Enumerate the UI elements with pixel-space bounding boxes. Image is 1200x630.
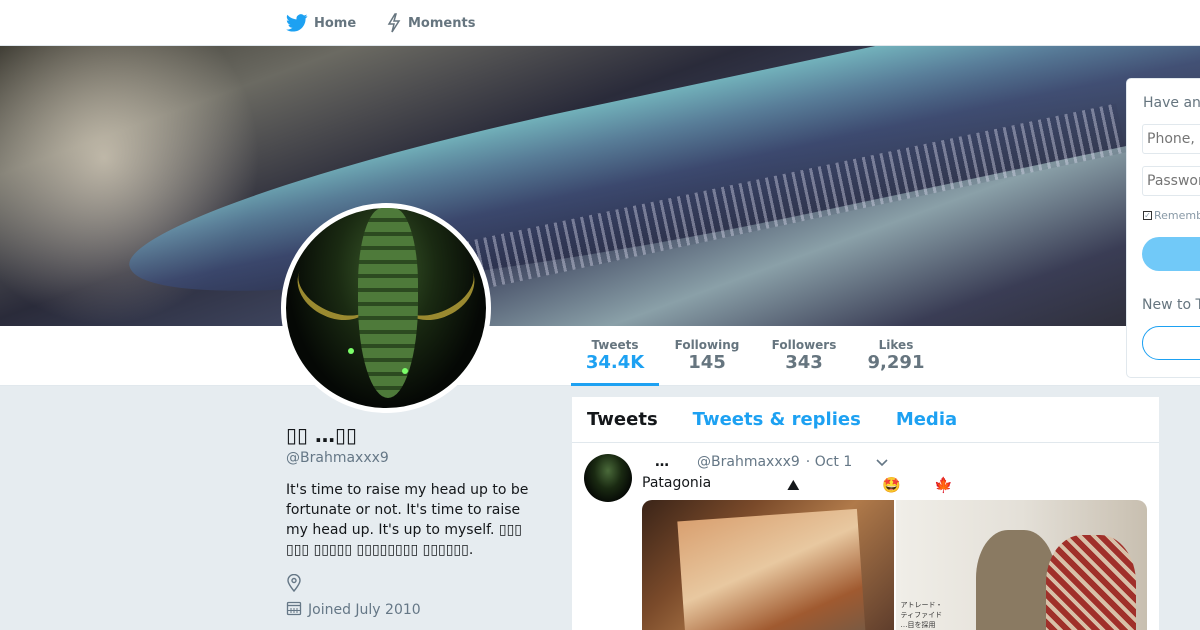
nav-moments[interactable]: Moments [386, 0, 475, 46]
twitter-bird-icon [286, 14, 308, 32]
lightning-bolt-icon [386, 13, 402, 33]
profile-handle[interactable]: @Brahmaxxx9 [286, 450, 536, 466]
profile-avatar[interactable] [281, 203, 491, 413]
photo-caption-text: アトレード・ ティファイド …目を採用 [900, 601, 943, 629]
password-input[interactable] [1142, 166, 1200, 196]
maple-leaf-emoji-icon: 🍁 [934, 476, 953, 494]
new-to-twitter-label: New to T [1142, 297, 1200, 313]
stat-tweets-value: 34.4K [585, 352, 645, 373]
tweet-author-name[interactable]: … [642, 454, 682, 470]
stat-tweets-label: Tweets [591, 338, 639, 352]
profile-location [286, 573, 536, 596]
remember-me-label: Rememb [1154, 209, 1200, 222]
remember-me-checkbox[interactable]: ✓ [1143, 211, 1152, 220]
tweet-author-handle[interactable]: @Brahmaxxx9 [697, 454, 800, 470]
tweet-item[interactable]: … @Brahmaxxx9 · Oct 1 Patagonia ⛰ 🤩 🍁 [572, 443, 1159, 502]
tweet-media-gallery: アトレード・ ティファイド …目を採用 [642, 500, 1147, 630]
profile-joined-date: Joined July 2010 [286, 600, 536, 620]
timeline-tabs: Tweets Tweets & replies Media [572, 397, 1159, 443]
stat-likes[interactable]: Likes 9,291 [859, 326, 933, 386]
tweet-date[interactable]: · Oct 1 [806, 454, 852, 470]
tweet-header: … @Brahmaxxx9 · Oct 1 [642, 454, 852, 470]
stat-followers[interactable]: Followers 343 [764, 326, 844, 386]
location-pin-icon [286, 573, 302, 596]
tweet-text: Patagonia [642, 475, 712, 491]
star-struck-emoji-icon: 🤩 [882, 476, 901, 494]
tweet-photo-2[interactable]: アトレード・ ティファイド …目を採用 [895, 500, 1147, 630]
nav-home-label: Home [314, 15, 357, 31]
nav-moments-label: Moments [408, 15, 476, 31]
tweet-photo-1[interactable] [642, 500, 894, 630]
stat-followers-label: Followers [771, 338, 837, 352]
login-title: Have an [1143, 95, 1200, 111]
profile-joined-label: Joined July 2010 [308, 602, 421, 618]
stat-following-value: 145 [688, 352, 726, 373]
profile-bio: It's time to raise my head up to be fort… [286, 482, 529, 558]
stat-followers-value: 343 [785, 352, 823, 373]
top-navigation-bar: Home Moments [0, 0, 1200, 46]
phone-input[interactable] [1142, 124, 1200, 154]
tweet-avatar[interactable] [584, 454, 632, 502]
profile-banner-image [0, 46, 1200, 326]
mountain-emoji-icon: ⛰ [787, 476, 800, 494]
tab-tweets-and-replies[interactable]: Tweets & replies [693, 409, 861, 430]
profile-name[interactable]: ▯▯ …▯▯ [286, 420, 536, 450]
calendar-icon [286, 600, 302, 620]
stat-tweets[interactable]: Tweets 34.4K [571, 326, 659, 386]
remember-me[interactable]: ✓ Rememb [1143, 209, 1200, 222]
chevron-down-icon[interactable] [876, 456, 888, 470]
profile-sidebar: ▯▯ …▯▯ @Brahmaxxx9 It's time to raise my… [286, 420, 536, 620]
stat-likes-label: Likes [878, 338, 914, 352]
profile-stats-bar: Tweets 34.4K Following 145 Followers 343… [0, 326, 1200, 386]
tweet-timeline: Tweets Tweets & replies Media … @Brahmax… [572, 397, 1159, 630]
tab-media[interactable]: Media [896, 409, 957, 430]
login-button[interactable] [1142, 237, 1200, 271]
stat-following[interactable]: Following 145 [667, 326, 747, 386]
tab-tweets[interactable]: Tweets [587, 409, 658, 430]
stat-following-label: Following [674, 338, 740, 352]
nav-home[interactable]: Home [286, 0, 356, 46]
signup-button[interactable] [1142, 326, 1200, 360]
login-card: Have an ✓ Rememb New to T [1126, 78, 1200, 378]
stat-likes-value: 9,291 [867, 352, 925, 373]
